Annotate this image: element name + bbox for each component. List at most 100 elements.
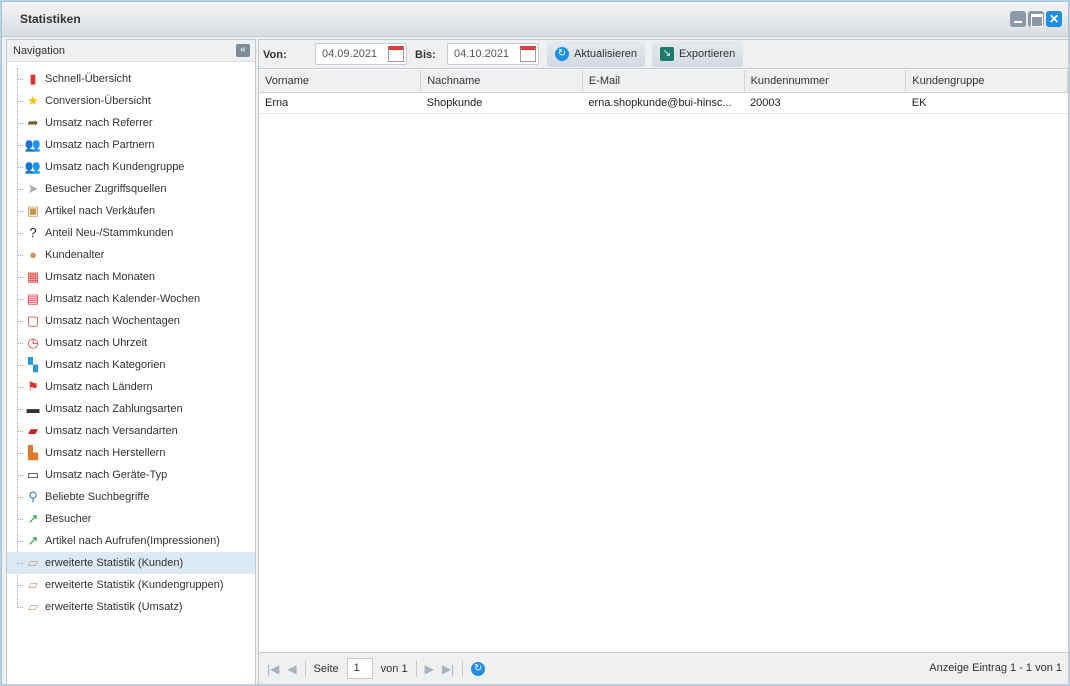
nav-item-label: Umsatz nach Kundengruppe: [45, 161, 185, 173]
calendar-icon[interactable]: [388, 46, 404, 62]
nav-item-label: Artikel nach Aufrufen(Impressionen): [45, 535, 220, 547]
column-header[interactable]: Nachname: [420, 70, 583, 93]
calendar-icon[interactable]: [520, 46, 536, 62]
nav-item[interactable]: ◷ Umsatz nach Uhrzeit: [7, 332, 255, 354]
nav-item[interactable]: ▱ erweiterte Statistik (Kundengruppen): [7, 574, 255, 596]
close-button[interactable]: ✕: [1046, 11, 1062, 27]
category-tree-icon: ▚: [28, 357, 38, 372]
nav-item-label: Umsatz nach Ländern: [45, 381, 153, 393]
ruler-icon: ▱: [28, 577, 38, 592]
last-page-icon[interactable]: ▶|: [442, 662, 454, 676]
nav-item[interactable]: ⚲ Beliebte Suchbegriffe: [7, 486, 255, 508]
nav-item[interactable]: ▢ Umsatz nach Wochentagen: [7, 310, 255, 332]
minimize-button[interactable]: [1010, 11, 1026, 27]
pager: |◀ ◀ Seite 1 von 1 ▶ ▶| ↻ Anzeige Eintra…: [259, 652, 1068, 684]
export-button[interactable]: ↘ Exportieren: [652, 41, 744, 67]
prev-page-icon[interactable]: ◀: [287, 662, 296, 676]
nav-item-label: Umsatz nach Zahlungsarten: [45, 403, 183, 415]
to-date-value: 04.10.2021: [454, 48, 510, 60]
truck-icon: ▰: [28, 423, 38, 438]
from-label: Von:: [263, 49, 287, 61]
nav-item[interactable]: ↗ Artikel nach Aufrufen(Impressionen): [7, 530, 255, 552]
nav-item-label: Kundenalter: [45, 249, 105, 261]
nav-item[interactable]: ▱ erweiterte Statistik (Umsatz): [7, 596, 255, 618]
to-date-field[interactable]: 04.10.2021: [447, 43, 539, 65]
bar-chart-icon: ▮: [29, 71, 37, 86]
nav-item-label: Besucher: [45, 513, 92, 525]
main-panel: Von: 04.09.2021 Bis: 04.10.2021 ↻ Aktuali…: [258, 39, 1069, 685]
table-cell: erna.shopkunde@bui-hinsc...: [582, 92, 745, 114]
column-header[interactable]: Vorname: [259, 70, 422, 93]
nav-item[interactable]: ▮ Schnell-Übersicht: [7, 68, 255, 90]
nav-item-label: erweiterte Statistik (Kunden): [45, 557, 184, 569]
nav-item[interactable]: ▭ Umsatz nach Geräte-Typ: [7, 464, 255, 486]
column-header[interactable]: Kundengruppe: [905, 70, 1068, 93]
statistics-window: Statistiken ✕ Navigation « ▮ Schnell-Über…: [1, 1, 1069, 685]
navigation-title: Navigation: [13, 45, 65, 57]
to-label: Bis:: [415, 49, 436, 61]
next-page-icon[interactable]: ▶: [425, 662, 434, 676]
nav-item-label: Umsatz nach Versandarten: [45, 425, 178, 437]
title-bar[interactable]: Statistiken ✕: [2, 2, 1068, 37]
page-input[interactable]: 1: [346, 658, 373, 679]
nav-item[interactable]: ▣ Artikel nach Verkäufen: [7, 200, 255, 222]
nav-item-label: erweiterte Statistik (Kundengruppen): [45, 579, 224, 591]
nav-item[interactable]: ↗ Besucher: [7, 508, 255, 530]
star-icon: ★: [27, 93, 39, 108]
toolbar: Von: 04.09.2021 Bis: 04.10.2021 ↻ Aktuali…: [259, 40, 1068, 69]
column-header[interactable]: E-Mail: [582, 70, 745, 93]
table-cell: Shopkunde: [420, 92, 583, 114]
nav-item-label: Besucher Zugriffsquellen: [45, 183, 167, 195]
table-row[interactable]: Erna Shopkunde erna.shopkunde@bui-hinsc...…: [259, 92, 1068, 114]
trend-up-icon: ↗: [27, 511, 39, 526]
nav-item[interactable]: ▱ erweiterte Statistik (Kunden): [7, 552, 255, 574]
table-cell: Erna: [259, 92, 421, 114]
nav-item-label: Conversion-Übersicht: [45, 95, 151, 107]
export-icon: ↘: [660, 47, 674, 61]
nav-item[interactable]: ➦ Umsatz nach Referrer: [7, 112, 255, 134]
refresh-icon: ↻: [555, 47, 569, 61]
column-header[interactable]: Kundennummer: [744, 70, 907, 93]
nav-item-label: Umsatz nach Kategorien: [45, 359, 166, 371]
nav-item[interactable]: ▰ Umsatz nach Versandarten: [7, 420, 255, 442]
refresh-button[interactable]: ↻ Aktualisieren: [547, 41, 645, 67]
calendar-week-icon: ▤: [26, 291, 40, 306]
nav-item[interactable]: ▚ Umsatz nach Kategorien: [7, 354, 255, 376]
nav-item[interactable]: 👥 Umsatz nach Partnern: [7, 134, 255, 156]
nav-item-label: erweiterte Statistik (Umsatz): [45, 601, 183, 613]
refresh-label: Aktualisieren: [574, 48, 637, 60]
from-date-value: 04.09.2021: [322, 48, 378, 60]
nav-item[interactable]: ▬ Umsatz nach Zahlungsarten: [7, 398, 255, 420]
export-label: Exportieren: [679, 48, 736, 60]
nav-item[interactable]: ▤ Umsatz nach Kalender-Wochen: [7, 288, 255, 310]
table-cell: EK: [905, 92, 1068, 114]
nav-item[interactable]: ▙ Umsatz nach Herstellern: [7, 442, 255, 464]
maximize-button[interactable]: [1028, 11, 1044, 27]
nav-item[interactable]: 👥 Umsatz nach Kundengruppe: [7, 156, 255, 178]
nav-item[interactable]: ★ Conversion-Übersicht: [7, 90, 255, 112]
nav-item[interactable]: ➤ Besucher Zugriffsquellen: [7, 178, 255, 200]
nav-item[interactable]: ? Anteil Neu-/Stammkunden: [7, 222, 255, 244]
user-group-icon: 👥: [24, 159, 42, 174]
nav-item-label: Umsatz nach Monaten: [45, 271, 156, 283]
reload-icon[interactable]: ↻: [471, 661, 486, 676]
nav-item[interactable]: ⚑ Umsatz nach Ländern: [7, 376, 255, 398]
table-cell: 20003: [744, 92, 906, 114]
factory-icon: ▙: [28, 445, 38, 460]
collapse-icon[interactable]: «: [236, 44, 250, 57]
paging-status: Anzeige Eintrag 1 - 1 von 1: [929, 662, 1062, 674]
nav-item[interactable]: ▦ Umsatz nach Monaten: [7, 266, 255, 288]
nav-item-label: Umsatz nach Partnern: [45, 139, 155, 151]
trend-bars-icon: ↗: [27, 533, 39, 548]
users-icon: 👥: [24, 137, 42, 152]
nav-item-label: Umsatz nach Referrer: [45, 117, 153, 129]
nav-item-label: Anteil Neu-/Stammkunden: [45, 227, 174, 239]
window-title: Statistiken: [20, 12, 81, 26]
nav-item-label: Umsatz nach Geräte-Typ: [45, 469, 168, 481]
devices-icon: ▭: [26, 467, 40, 482]
from-date-field[interactable]: 04.09.2021: [315, 43, 407, 65]
clock-icon: ◷: [27, 335, 39, 350]
nav-item[interactable]: ● Kundenalter: [7, 244, 255, 266]
calendar-day-icon: ▢: [26, 313, 40, 328]
first-page-icon[interactable]: |◀: [267, 662, 279, 676]
